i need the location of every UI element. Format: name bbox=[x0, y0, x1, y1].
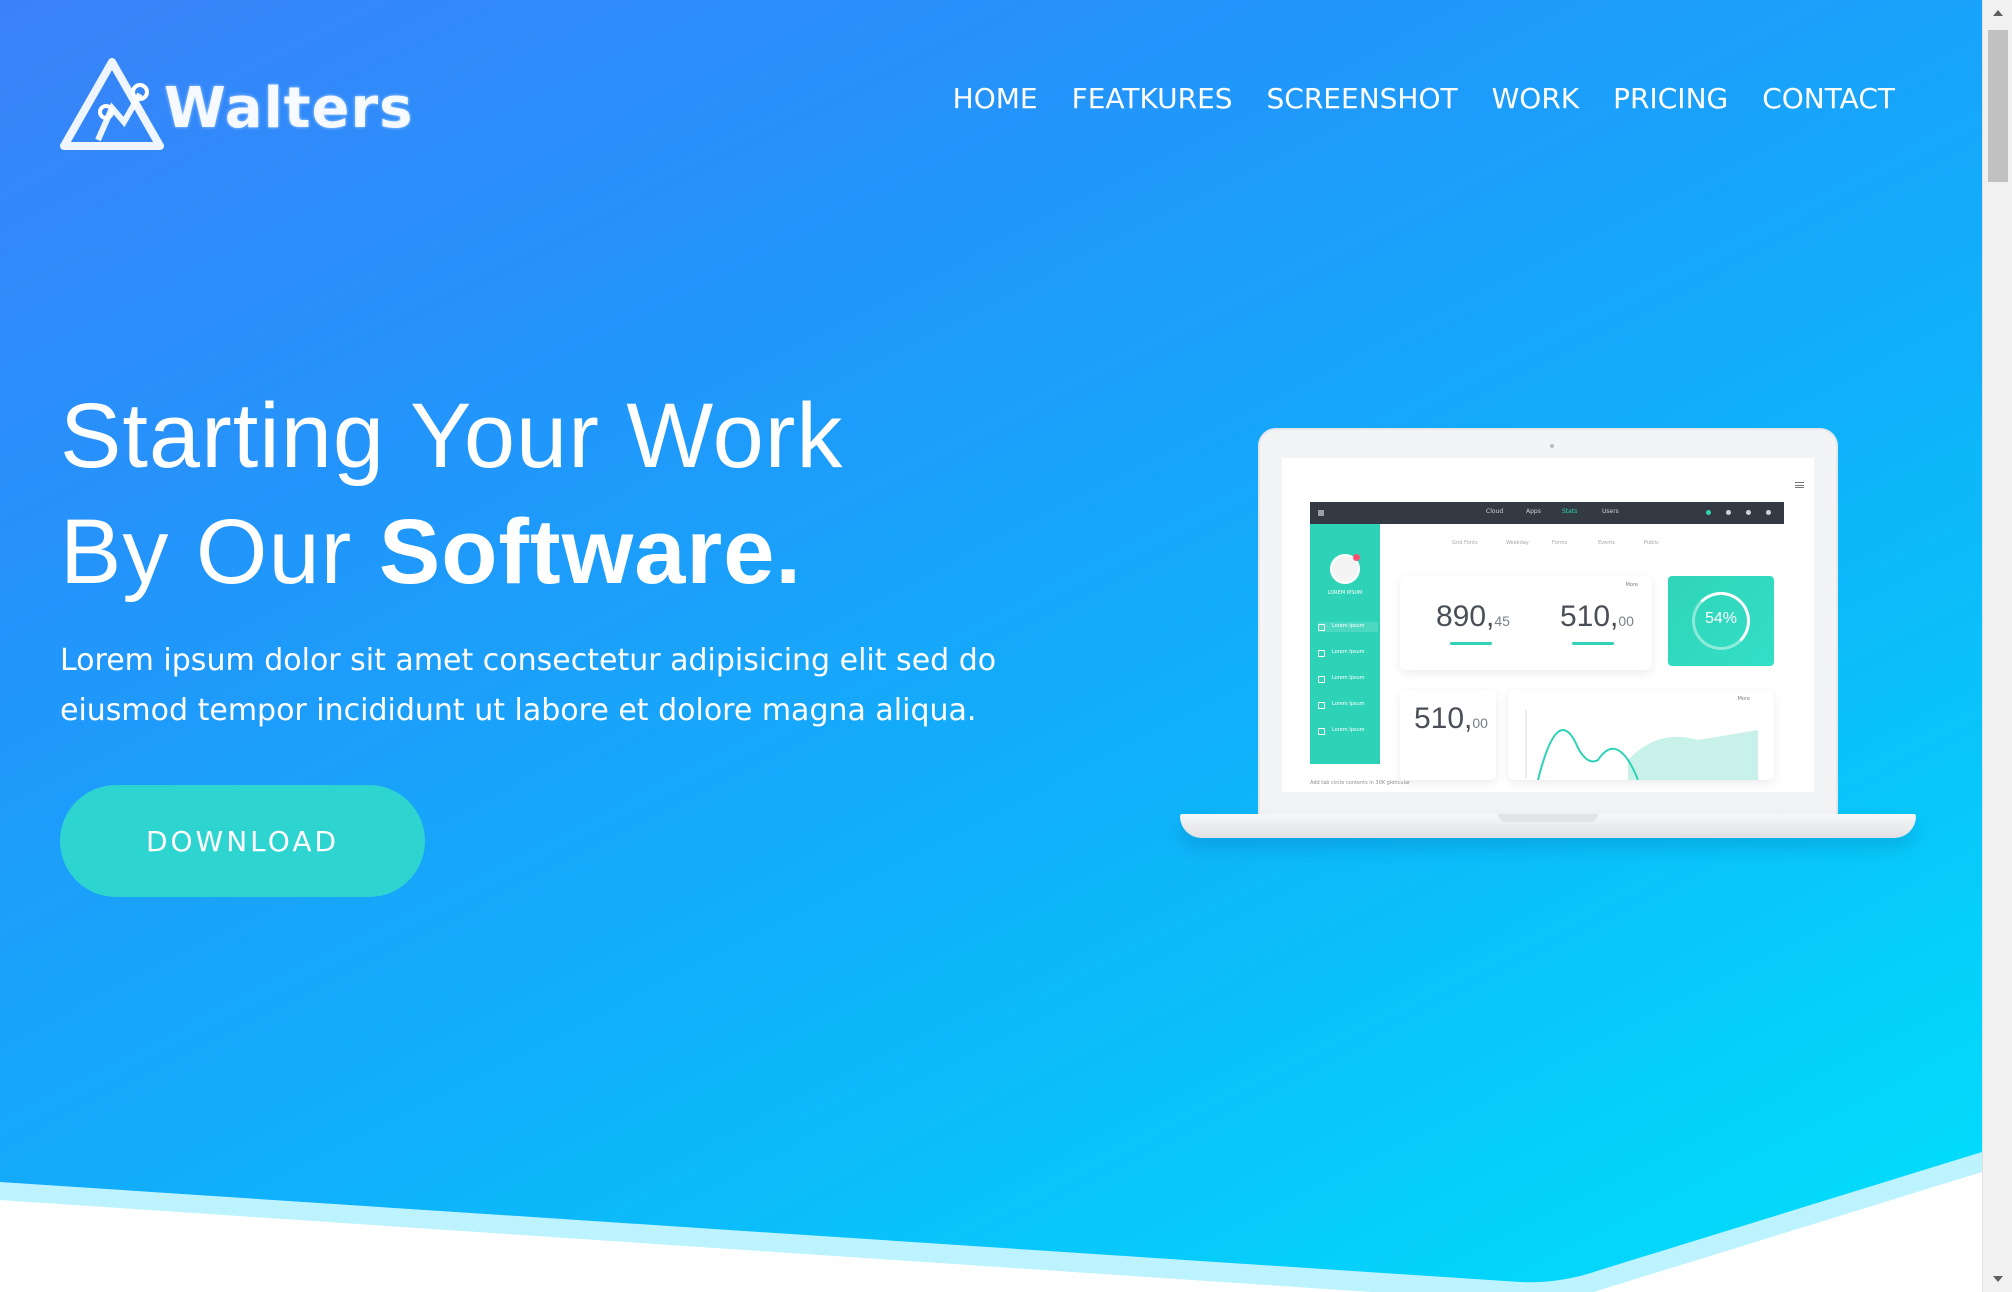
hero-headline: Starting Your Work By Our Software. bbox=[60, 378, 843, 610]
sidebar-item-5: Lorem Ipsum bbox=[1318, 726, 1378, 736]
grid-icon bbox=[1318, 510, 1324, 516]
laptop-mockup: Cloud Apps Stats Users LOREM IPSUM Lorem… bbox=[1180, 428, 1916, 858]
dashboard-footer: Add tab circle contents in 30K gleticula… bbox=[1310, 780, 1411, 786]
avatar bbox=[1330, 554, 1360, 584]
stat-value-1: 890,45 bbox=[1436, 600, 1510, 633]
hero-section: Walters HOME FEATKURES SCREENSHOT WORK P… bbox=[0, 0, 1982, 1292]
dashboard-sidebar: LOREM IPSUM Lorem Ipsum Lorem Ipsum Lore… bbox=[1310, 524, 1380, 764]
scroll-up-arrow-icon[interactable] bbox=[1983, 0, 2012, 26]
nav-item-contact[interactable]: CONTACT bbox=[1762, 82, 1895, 115]
brand-logo[interactable]: Walters bbox=[60, 58, 413, 150]
sidebar-item-2: Lorem Ipsum bbox=[1318, 648, 1378, 658]
subnav-item-5: Public bbox=[1644, 540, 1659, 546]
hero-bottom-wave bbox=[0, 1152, 1982, 1292]
nav-item-features[interactable]: FEATKURES bbox=[1072, 82, 1233, 115]
sidebar-item-1: Lorem Ipsum bbox=[1318, 622, 1378, 632]
triangle-graph-logo-icon bbox=[60, 58, 164, 150]
headline-prefix: By Our bbox=[60, 501, 379, 603]
hamburger-menu-icon bbox=[1795, 482, 1804, 488]
search-icon bbox=[1706, 510, 1711, 515]
stat-value-3: 510,00 bbox=[1414, 702, 1488, 735]
scroll-thumb[interactable] bbox=[1988, 30, 2008, 182]
globe-icon bbox=[1746, 510, 1751, 515]
stats-card-small: 510,00 bbox=[1400, 690, 1496, 780]
page-scrollbar[interactable] bbox=[1982, 0, 2012, 1292]
subnav-item-3: Forms bbox=[1552, 540, 1568, 546]
stat-value-2: 510,00 bbox=[1560, 600, 1634, 633]
dashboard-tab-apps: Apps bbox=[1526, 508, 1541, 515]
user-name: LOREM IPSUM bbox=[1327, 590, 1363, 596]
hero-lead-text: Lorem ipsum dolor sit amet consectetur a… bbox=[60, 643, 997, 728]
dashboard-tab-stats: Stats bbox=[1562, 508, 1578, 515]
gear-icon bbox=[1726, 510, 1731, 515]
scroll-down-arrow-icon[interactable] bbox=[1983, 1266, 2012, 1292]
subnav-item-4: Events bbox=[1598, 540, 1615, 546]
headline-line-2: By Our Software. bbox=[60, 494, 843, 610]
percent-value: 54% bbox=[1704, 610, 1738, 627]
stats-card: More 890,45 510,00 bbox=[1400, 576, 1652, 670]
card-menu: More bbox=[1625, 582, 1638, 588]
brand-name: Walters bbox=[164, 75, 414, 141]
dashboard-screenshot: Cloud Apps Stats Users LOREM IPSUM Lorem… bbox=[1282, 458, 1814, 792]
logout-icon bbox=[1766, 510, 1771, 515]
headline-emphasis: Software. bbox=[378, 501, 802, 603]
download-button[interactable]: DOWNLOAD bbox=[60, 785, 425, 897]
subnav-item-1: Grid Fonts bbox=[1452, 540, 1478, 546]
stat-bar-2 bbox=[1572, 642, 1614, 645]
sidebar-item-3: Lorem Ipsum bbox=[1318, 674, 1378, 684]
line-chart-card: More bbox=[1508, 690, 1774, 780]
notification-dot bbox=[1353, 554, 1360, 561]
nav-item-screenshot[interactable]: SCREENSHOT bbox=[1267, 82, 1458, 115]
percent-card: 54% bbox=[1668, 576, 1774, 666]
stat-bar-1 bbox=[1450, 642, 1492, 645]
dashboard-tab-cloud: Cloud bbox=[1486, 508, 1504, 515]
headline-line-1: Starting Your Work bbox=[60, 385, 844, 487]
sidebar-item-4: Lorem Ipsum bbox=[1318, 700, 1378, 710]
mini-line-chart bbox=[1525, 710, 1758, 780]
main-nav: HOME FEATKURES SCREENSHOT WORK PRICING C… bbox=[953, 82, 1895, 115]
nav-item-home[interactable]: HOME bbox=[953, 82, 1038, 115]
dashboard-topbar: Cloud Apps Stats Users bbox=[1310, 502, 1784, 524]
laptop-lid: Cloud Apps Stats Users LOREM IPSUM Lorem… bbox=[1258, 428, 1838, 818]
nav-item-pricing[interactable]: PRICING bbox=[1613, 82, 1728, 115]
dashboard-tab-users: Users bbox=[1602, 508, 1619, 515]
camera-dot bbox=[1550, 444, 1554, 448]
subnav-item-2: Weekday bbox=[1506, 540, 1529, 546]
laptop-notch bbox=[1498, 814, 1598, 822]
nav-item-work[interactable]: WORK bbox=[1492, 82, 1580, 115]
